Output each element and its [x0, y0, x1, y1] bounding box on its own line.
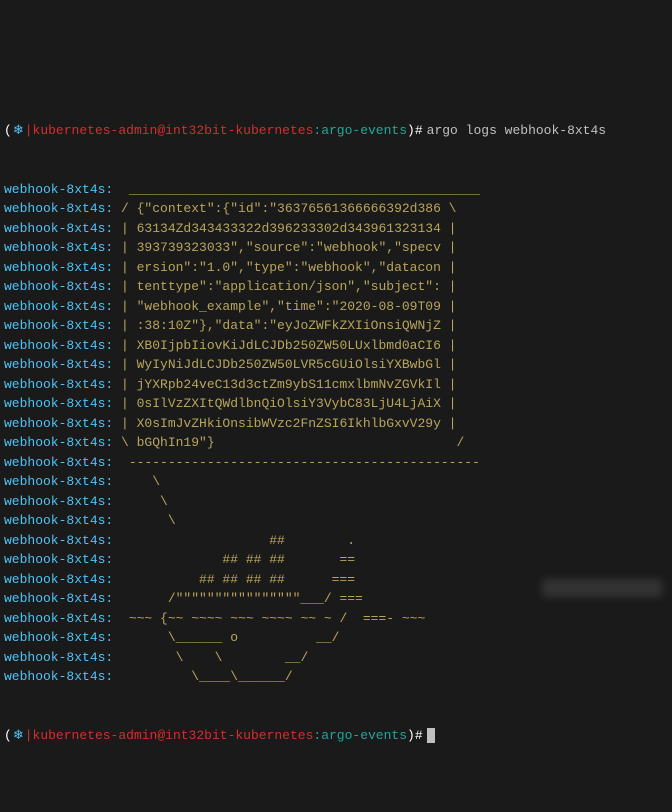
log-line: webhook-8xt4s: ## . [4, 531, 668, 551]
log-content: | :38:10Z"},"data":"eyJoZWFkZXIiOnsiQWNj… [113, 318, 456, 333]
log-line: webhook-8xt4s: \ \ __/ [4, 648, 668, 668]
log-line: webhook-8xt4s: | 0sIlVzZXItQWdlbnQiOlsiY… [4, 394, 668, 414]
pod-name-label: webhook-8xt4s: [4, 435, 113, 450]
pod-name-label: webhook-8xt4s: [4, 396, 113, 411]
log-content: /""""""""""""""""___/ === [113, 591, 363, 606]
log-content: \ [113, 474, 160, 489]
log-content: | 63134Zd343433322d396233302d34396132313… [113, 221, 456, 236]
log-line: webhook-8xt4s: | ersion":"1.0","type":"w… [4, 258, 668, 278]
pod-name-label: webhook-8xt4s: [4, 182, 113, 197]
log-line: webhook-8xt4s: | 63134Zd343433322d396233… [4, 219, 668, 239]
log-line: webhook-8xt4s: \ [4, 511, 668, 531]
log-content: \ [113, 513, 175, 528]
pod-name-label: webhook-8xt4s: [4, 377, 113, 392]
log-content: | 0sIlVzZXItQWdlbnQiOlsiY3VybC83LjU4LjAi… [113, 396, 456, 411]
pod-name-label: webhook-8xt4s: [4, 221, 113, 236]
prompt-context: argo-events [321, 121, 407, 141]
log-content: | X0sImJvZHkiOnsibWVzc2FnZSI6IkhlbGxvV29… [113, 416, 456, 431]
pod-name-label: webhook-8xt4s: [4, 513, 113, 528]
log-content: ----------------------------------------… [113, 455, 480, 470]
pod-name-label: webhook-8xt4s: [4, 533, 113, 548]
prompt-line-top: (❄|kubernetes-admin@int32bit-kubernetes:… [4, 121, 668, 141]
prompt-separator: | [25, 726, 33, 746]
prompt-colon: : [313, 726, 321, 746]
prompt-close-paren: ) [407, 726, 415, 746]
log-content: | "webhook_example","time":"2020-08-09T0… [113, 299, 456, 314]
pod-name-label: webhook-8xt4s: [4, 260, 113, 275]
log-content: \______ o __/ [113, 630, 339, 645]
log-line: webhook-8xt4s: ~~~ {~~ ~~~~ ~~~ ~~~~ ~~ … [4, 609, 668, 629]
log-line: webhook-8xt4s: | X0sImJvZHkiOnsibWVzc2Fn… [4, 414, 668, 434]
log-line: webhook-8xt4s: \______ o __/ [4, 628, 668, 648]
log-content: ________________________________________… [113, 182, 480, 197]
log-line: webhook-8xt4s: ## ## ## == [4, 550, 668, 570]
log-content: ## ## ## == [113, 552, 355, 567]
log-output: webhook-8xt4s: _________________________… [4, 180, 668, 687]
prompt-line-bottom[interactable]: (❄|kubernetes-admin@int32bit-kubernetes:… [4, 726, 668, 746]
log-line: webhook-8xt4s: _________________________… [4, 180, 668, 200]
pod-name-label: webhook-8xt4s: [4, 650, 113, 665]
log-content: | XB0IjpbIiovKiJdLCJDb250ZW50LUxlbmd0aCI… [113, 338, 456, 353]
log-content: ## . [113, 533, 355, 548]
log-content: ## ## ## ## === [113, 572, 355, 587]
log-content: | 393739323033","source":"webhook","spec… [113, 240, 456, 255]
pod-name-label: webhook-8xt4s: [4, 201, 113, 216]
snowflake-icon: ❄ [13, 726, 24, 746]
prompt-separator: | [25, 121, 33, 141]
prompt-close-paren: ) [407, 121, 415, 141]
pod-name-label: webhook-8xt4s: [4, 630, 113, 645]
log-line: webhook-8xt4s: \____\______/ [4, 667, 668, 687]
pod-name-label: webhook-8xt4s: [4, 455, 113, 470]
log-line: webhook-8xt4s: | XB0IjpbIiovKiJdLCJDb250… [4, 336, 668, 356]
log-content: \____\______/ [113, 669, 292, 684]
log-line: webhook-8xt4s: | tenttype":"application/… [4, 277, 668, 297]
pod-name-label: webhook-8xt4s: [4, 240, 113, 255]
pod-name-label: webhook-8xt4s: [4, 494, 113, 509]
pod-name-label: webhook-8xt4s: [4, 299, 113, 314]
log-content: \ \ __/ [113, 650, 308, 665]
pod-name-label: webhook-8xt4s: [4, 591, 113, 606]
log-content: / {"context":{"id":"36376561366666392d38… [113, 201, 456, 216]
snowflake-icon: ❄ [13, 121, 24, 141]
log-content: | jYXRpb24veC13d3ctZm9ybS11cmxlbmNvZGVkI… [113, 377, 456, 392]
log-line: webhook-8xt4s: / {"context":{"id":"36376… [4, 199, 668, 219]
log-content: ~~~ {~~ ~~~~ ~~~ ~~~~ ~~ ~ / ===- ~~~ [113, 611, 425, 626]
log-line: webhook-8xt4s: | jYXRpb24veC13d3ctZm9ybS… [4, 375, 668, 395]
prompt-colon: : [313, 121, 321, 141]
pod-name-label: webhook-8xt4s: [4, 357, 113, 372]
pod-name-label: webhook-8xt4s: [4, 552, 113, 567]
pod-name-label: webhook-8xt4s: [4, 572, 113, 587]
prompt-user: kubernetes-admin@int32bit-kubernetes [33, 121, 314, 141]
prompt-open-paren: ( [4, 726, 12, 746]
log-line: webhook-8xt4s: | 393739323033","source":… [4, 238, 668, 258]
log-content: \ bGQhIn19"} / [113, 435, 464, 450]
prompt-open-paren: ( [4, 121, 12, 141]
log-content: \ [113, 494, 168, 509]
pod-name-label: webhook-8xt4s: [4, 611, 113, 626]
pod-name-label: webhook-8xt4s: [4, 279, 113, 294]
log-line: webhook-8xt4s: \ [4, 492, 668, 512]
prompt-context: argo-events [321, 726, 407, 746]
log-line: webhook-8xt4s: \ [4, 472, 668, 492]
log-line: webhook-8xt4s: | :38:10Z"},"data":"eyJoZ… [4, 316, 668, 336]
terminal-window[interactable]: (❄|kubernetes-admin@int32bit-kubernetes:… [4, 82, 668, 695]
pod-name-label: webhook-8xt4s: [4, 669, 113, 684]
pod-name-label: webhook-8xt4s: [4, 474, 113, 489]
prompt-symbol: # [415, 121, 423, 141]
log-content: | ersion":"1.0","type":"webhook","dataco… [113, 260, 456, 275]
log-line: webhook-8xt4s: | WyIyNiJdLCJDb250ZW50LVR… [4, 355, 668, 375]
log-content: | tenttype":"application/json","subject"… [113, 279, 456, 294]
pod-name-label: webhook-8xt4s: [4, 338, 113, 353]
blurred-overlay [542, 579, 662, 597]
prompt-symbol: # [415, 726, 423, 746]
log-line: webhook-8xt4s: -------------------------… [4, 453, 668, 473]
pod-name-label: webhook-8xt4s: [4, 416, 113, 431]
log-content: | WyIyNiJdLCJDb250ZW50LVR5cGUiOlsiYXBwbG… [113, 357, 456, 372]
command-text: argo logs webhook-8xt4s [427, 121, 606, 141]
log-line: webhook-8xt4s: \ bGQhIn19"} / [4, 433, 668, 453]
log-line: webhook-8xt4s: | "webhook_example","time… [4, 297, 668, 317]
pod-name-label: webhook-8xt4s: [4, 318, 113, 333]
prompt-user: kubernetes-admin@int32bit-kubernetes [33, 726, 314, 746]
cursor [427, 728, 435, 743]
